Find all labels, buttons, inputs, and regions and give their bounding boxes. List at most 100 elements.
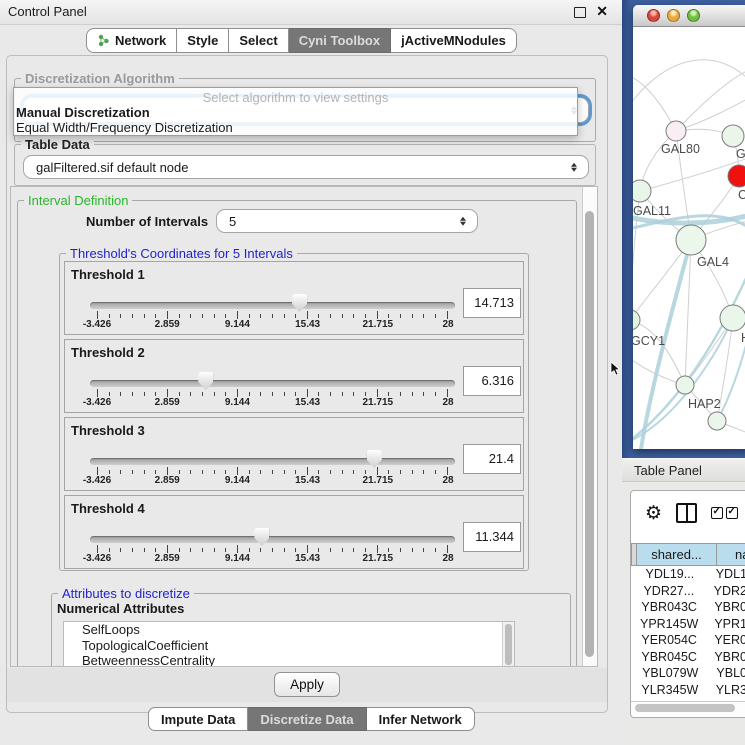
table-panel: shared... na YDL19...YDL1YDR27...YDR2YBR… bbox=[622, 482, 745, 745]
threshold-2-slider[interactable]: -3.4262.8599.14415.4321.71528 bbox=[90, 340, 455, 414]
slider-track[interactable] bbox=[90, 302, 455, 309]
network-node[interactable] bbox=[720, 305, 745, 331]
node-label: GA bbox=[736, 147, 745, 161]
table-row[interactable]: YBL079WYBL0 bbox=[631, 665, 745, 682]
tab-discretize-data[interactable]: Discretize Data bbox=[248, 707, 366, 731]
network-node[interactable] bbox=[666, 121, 686, 141]
network-node[interactable] bbox=[722, 125, 744, 147]
table-toolbar bbox=[631, 491, 745, 535]
slider-thumb[interactable] bbox=[292, 294, 307, 312]
slider-thumb[interactable] bbox=[367, 450, 382, 468]
slider-thumb[interactable] bbox=[198, 372, 213, 390]
tab-select[interactable]: Select bbox=[229, 28, 288, 53]
network-node[interactable] bbox=[633, 310, 640, 330]
table-row[interactable]: YDR27...YDR2 bbox=[631, 583, 745, 600]
menu-item-equal-width-frequency[interactable]: Equal Width/Frequency Discretization bbox=[16, 120, 575, 135]
network-node[interactable] bbox=[728, 165, 745, 187]
node-label: GAL11 bbox=[633, 204, 671, 218]
threshold-3-value-field[interactable]: 21.4 bbox=[463, 444, 521, 474]
table-row[interactable]: YDL19...YDL1 bbox=[631, 566, 745, 583]
combo-value: galFiltered.sif default node bbox=[36, 156, 188, 178]
tab-cyni-toolbox[interactable]: Cyni Toolbox bbox=[289, 28, 391, 53]
mouse-cursor bbox=[610, 362, 622, 376]
tab-jactivemnodules[interactable]: jActiveMNodules bbox=[391, 28, 517, 53]
scrollbar-thumb[interactable] bbox=[635, 704, 735, 712]
list-scrollbar[interactable] bbox=[502, 622, 514, 667]
column-header-name[interactable]: na bbox=[716, 543, 745, 566]
close-icon[interactable] bbox=[596, 3, 608, 20]
numerical-attributes-list[interactable]: SelfLoopsTopologicalCoefficientBetweenne… bbox=[63, 621, 515, 667]
tab-infer-network[interactable]: Infer Network bbox=[367, 707, 475, 731]
network-node[interactable] bbox=[633, 180, 651, 202]
threshold-4-slider[interactable]: -3.4262.8599.14415.4321.71528 bbox=[90, 496, 455, 570]
apply-button[interactable]: Apply bbox=[274, 672, 340, 697]
node-label: C bbox=[738, 188, 745, 202]
table-row[interactable]: YLR345WYLR3 bbox=[631, 682, 745, 699]
zoom-traffic-light[interactable] bbox=[687, 9, 700, 22]
network-window-titlebar[interactable] bbox=[633, 5, 745, 27]
tab-label: Infer Network bbox=[379, 712, 462, 727]
gear-icon[interactable] bbox=[645, 504, 662, 523]
column-header-shared-name[interactable]: shared... bbox=[636, 543, 717, 566]
columns-icon[interactable] bbox=[676, 503, 697, 523]
algorithm-dropdown-list: Select algorithm to view settings Manual… bbox=[13, 87, 578, 136]
horizontal-scrollbar[interactable] bbox=[631, 701, 745, 715]
checkbox-icon[interactable] bbox=[726, 507, 738, 519]
network-view-window[interactable]: GAL80GACGAL11GAL4GCY1HHAP2 bbox=[633, 5, 745, 449]
list-item[interactable]: TopologicalCoefficient bbox=[64, 638, 514, 654]
table-row[interactable]: YBR043CYBR0 bbox=[631, 599, 745, 616]
table-row[interactable]: YBR045CYBR0 bbox=[631, 649, 745, 666]
threshold-1-value-field[interactable]: 14.713 bbox=[463, 288, 521, 318]
minimize-traffic-light[interactable] bbox=[667, 9, 680, 22]
tab-style[interactable]: Style bbox=[177, 28, 229, 53]
list-item[interactable]: BetweennessCentrality bbox=[64, 653, 514, 667]
list-item[interactable]: SelfLoops bbox=[64, 622, 514, 638]
network-icon bbox=[97, 34, 110, 47]
slider-tick-labels: -3.4262.8599.14415.4321.71528 bbox=[90, 475, 455, 488]
slider-track[interactable] bbox=[90, 536, 455, 543]
threshold-1-panel: Threshold 1 -3.4262.8599.14415.4321.7152… bbox=[64, 261, 524, 335]
slider-tick-labels: -3.4262.8599.14415.4321.71528 bbox=[90, 553, 455, 566]
table-panel-title: Table Panel bbox=[634, 459, 702, 482]
slider-track[interactable] bbox=[90, 380, 455, 387]
slider-tick-labels: -3.4262.8599.14415.4321.71528 bbox=[90, 397, 455, 410]
slider-thumb[interactable] bbox=[254, 528, 269, 546]
node-label: GAL4 bbox=[697, 255, 729, 269]
table-data-combo[interactable]: galFiltered.sif default node bbox=[23, 155, 589, 179]
group-title: Discretization Algorithm bbox=[21, 71, 179, 86]
top-tab-bar: Network Style Select Cyni Toolbox jActiv… bbox=[86, 28, 517, 53]
table-row[interactable]: YPR145WYPR1 bbox=[631, 616, 745, 633]
close-traffic-light[interactable] bbox=[647, 9, 660, 22]
table-panel-titlebar: Table Panel bbox=[622, 458, 745, 482]
network-canvas[interactable]: GAL80GACGAL11GAL4GCY1HHAP2 bbox=[633, 27, 745, 449]
number-of-intervals-combo[interactable]: 5 bbox=[216, 209, 478, 233]
settings-scroll-area: Interval Definition Number of Intervals … bbox=[10, 186, 598, 667]
threshold-3-slider[interactable]: -3.4262.8599.14415.4321.71528 bbox=[90, 418, 455, 492]
tab-label: Network bbox=[115, 28, 166, 53]
slider-track[interactable] bbox=[90, 458, 455, 465]
node-label: HAP2 bbox=[688, 397, 721, 411]
node-label: H bbox=[741, 331, 745, 345]
table-row[interactable]: YER054CYER0 bbox=[631, 632, 745, 649]
combo-arrows-icon bbox=[571, 161, 578, 174]
tab-network[interactable]: Network bbox=[86, 28, 177, 53]
tab-label: jActiveMNodules bbox=[401, 28, 506, 53]
node-label: GAL80 bbox=[661, 142, 700, 156]
checkbox-icon[interactable] bbox=[711, 507, 723, 519]
numerical-attributes-label: Numerical Attributes bbox=[57, 601, 184, 616]
network-node[interactable] bbox=[708, 412, 726, 430]
threshold-2-value-field[interactable]: 6.316 bbox=[463, 366, 521, 396]
combo-arrows-icon bbox=[460, 215, 467, 228]
vertical-scrollbar[interactable] bbox=[582, 187, 597, 666]
threshold-1-slider[interactable]: -3.4262.8599.14415.4321.71528 bbox=[90, 262, 455, 336]
threshold-4-panel: Threshold 4 -3.4262.8599.14415.4321.7152… bbox=[64, 495, 524, 569]
menu-item-manual-discretization[interactable]: Manual Discretization bbox=[16, 105, 575, 120]
float-panel-icon[interactable] bbox=[574, 7, 586, 18]
threshold-4-value-field[interactable]: 11.344 bbox=[463, 522, 521, 552]
network-node[interactable] bbox=[676, 225, 706, 255]
scrollbar-thumb[interactable] bbox=[585, 211, 594, 657]
tab-impute-data[interactable]: Impute Data bbox=[148, 707, 248, 731]
network-node[interactable] bbox=[676, 376, 694, 394]
tab-label: Impute Data bbox=[161, 712, 235, 727]
table-data-group: Table Data galFiltered.sif default node bbox=[14, 144, 596, 186]
